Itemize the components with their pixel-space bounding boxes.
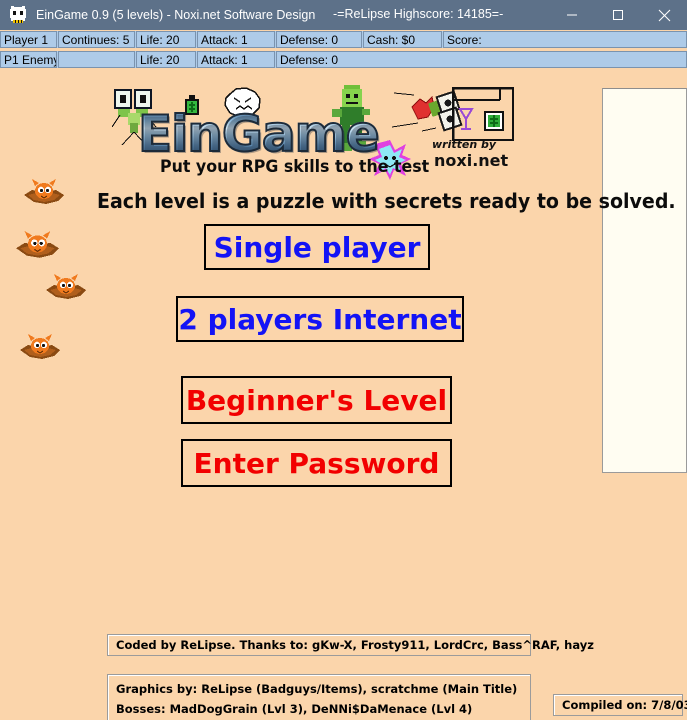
game-subtitle: Each level is a puzzle with secrets read… xyxy=(97,189,676,213)
inventory-panel[interactable] xyxy=(602,88,687,473)
author-label: noxi.net xyxy=(434,151,509,170)
game-tagline: Put your RPG skills to the test xyxy=(160,157,430,177)
two-players-internet-button[interactable]: 2 players Internet xyxy=(176,296,464,342)
graphics-by-line: Graphics by: ReLipse (Badguys/Items), sc… xyxy=(116,682,518,696)
coded-by-credits: Coded by ReLipse. Thanks to: gKw-X, Fros… xyxy=(107,634,594,656)
status-continues: Continues: 5 xyxy=(58,31,135,48)
graphics-credits: Graphics by: ReLipse (Badguys/Items), sc… xyxy=(107,674,531,720)
bat-enemy-1[interactable] xyxy=(22,177,66,212)
status-enemy-defense: Defense: 0 xyxy=(276,51,687,68)
game-canvas[interactable]: EinGame Put your RPG skills to the test … xyxy=(0,69,687,720)
bat-enemy-2[interactable] xyxy=(14,229,61,266)
bat-enemy-3[interactable] xyxy=(44,272,88,307)
highscore-label: -=ReLipse Highscore: 14185=- xyxy=(333,7,504,21)
window-title: EinGame 0.9 (5 levels) - Noxi.net Softwa… xyxy=(36,8,316,22)
bosses-line: Bosses: MadDogGrain (Lvl 3), DeNNi$DaMen… xyxy=(116,702,473,716)
single-player-button[interactable]: Single player xyxy=(204,224,430,270)
enter-password-button[interactable]: Enter Password xyxy=(181,439,452,487)
status-enemy-name: P1 Enemy xyxy=(0,51,57,68)
minimize-icon[interactable] xyxy=(549,0,595,30)
title-logo-block: EinGame Put your RPG skills to the test … xyxy=(0,69,600,199)
status-cash: Cash: $0 xyxy=(363,31,442,48)
status-enemy-life: Life: 20 xyxy=(136,51,196,68)
bat-enemy-4[interactable] xyxy=(18,332,62,367)
status-player-name: Player 1 xyxy=(0,31,57,48)
ghost-cat-icon xyxy=(8,5,28,25)
title-bar: EinGame 0.9 (5 levels) - Noxi.net Softwa… xyxy=(0,0,687,30)
status-score: Score: xyxy=(443,31,687,48)
enemy-status-row: P1 Enemy Life: 20 Attack: 1 Defense: 0 xyxy=(0,51,687,68)
written-by-label: written by xyxy=(432,138,497,151)
beginners-level-button[interactable]: Beginner's Level xyxy=(181,376,452,424)
status-enemy-attack: Attack: 1 xyxy=(197,51,275,68)
status-defense: Defense: 0 xyxy=(276,31,362,48)
status-life: Life: 20 xyxy=(136,31,196,48)
status-enemy-spacer xyxy=(58,51,135,68)
close-icon[interactable] xyxy=(641,0,687,30)
status-attack: Attack: 1 xyxy=(197,31,275,48)
player-status-row: Player 1 Continues: 5 Life: 20 Attack: 1… xyxy=(0,31,687,48)
game-window: EinGame 0.9 (5 levels) - Noxi.net Softwa… xyxy=(0,0,687,720)
game-logo-title: EinGame xyxy=(137,104,381,164)
compiled-on-label: Compiled on: 7/8/03 xyxy=(553,694,687,716)
window-controls xyxy=(549,0,687,30)
maximize-icon[interactable] xyxy=(595,0,641,30)
